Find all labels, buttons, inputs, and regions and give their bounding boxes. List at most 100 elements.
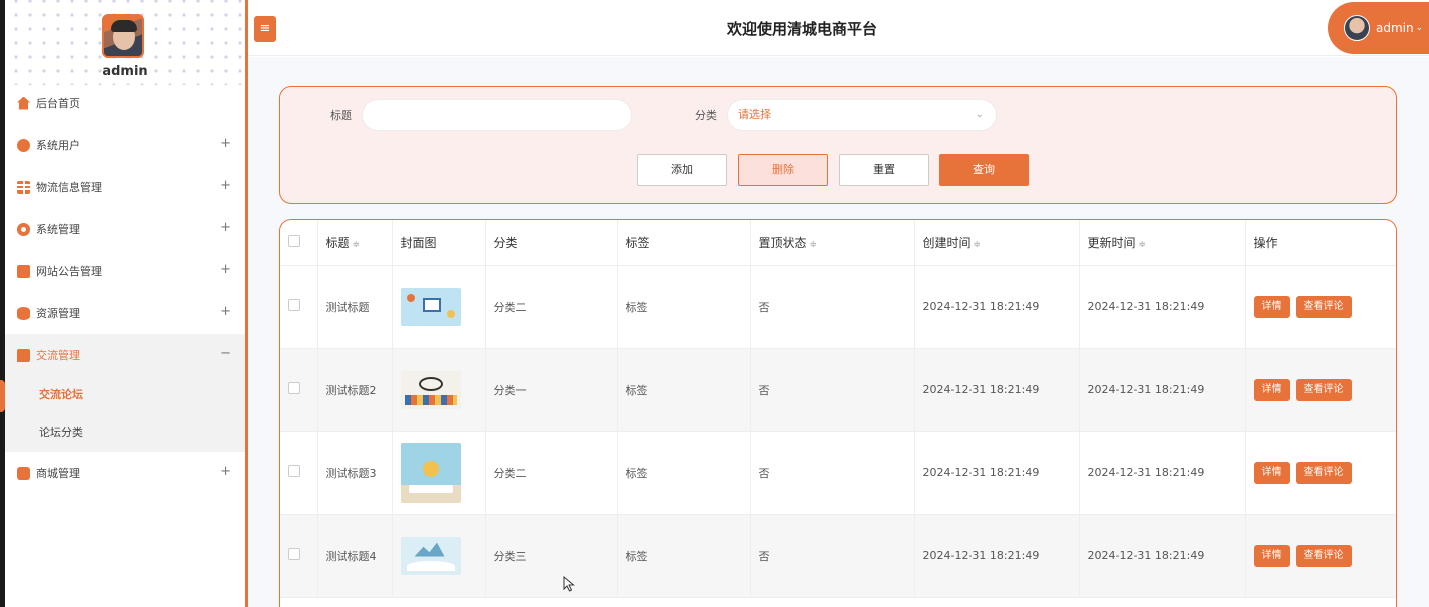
column-header-pinned[interactable]: 置顶状态 ≑ [750,220,915,266]
expand-icon[interactable]: + [220,220,231,235]
row-tag: 标签 [617,514,751,598]
sidebar-item-label: 交流管理 [36,349,80,362]
detail-button[interactable]: 详情 [1253,461,1290,484]
row-pinned: 否 [750,431,915,515]
table-row: 测试标题 分类二 标签 否 2024-12-31 18:21:49 2024-1… [280,265,1396,349]
row-category: 分类二 [485,431,618,515]
sort-icon[interactable]: ≑ [353,240,361,250]
column-header-created[interactable]: 创建时间 ≑ [914,220,1080,266]
column-header-category: 分类 [485,220,618,266]
sidebar-subitem-forum-categories[interactable]: 论坛分类 [5,414,245,452]
category-select[interactable]: 请选择 ⌄ [727,99,997,131]
row-pinned: 否 [750,514,915,598]
row-pinned: 否 [750,348,915,432]
user-icon [17,138,30,152]
avatar [1344,15,1370,41]
title-search-input[interactable] [362,99,632,131]
row-pinned: 否 [750,265,915,349]
table-header-row: 标题 ≑ 封面图 分类 标签 置顶状态 ≑ 创建时间 ≑ 更新时间 ≑ 操作 [280,220,1396,266]
view-comments-button[interactable]: 查看评论 [1295,544,1352,567]
sidebar-item-label: 系统管理 [36,223,80,236]
reset-button[interactable]: 重置 [839,154,929,186]
sidebar-item-label: 系统用户 [36,139,80,152]
row-category: 分类三 [485,514,618,598]
table-row: 测试标题4 分类三 标签 否 2024-12-31 18:21:49 2024-… [280,514,1396,598]
column-header-updated[interactable]: 更新时间 ≑ [1079,220,1246,266]
sidebar-item-home[interactable]: 后台首页 [5,82,245,124]
row-checkbox[interactable] [288,465,300,477]
row-category: 分类二 [485,265,618,349]
sidebar-item-label: 网站公告管理 [36,265,102,278]
row-checkbox[interactable] [288,299,300,311]
row-category: 分类一 [485,348,618,432]
cover-image [400,536,461,575]
column-header-title[interactable]: 标题 ≑ [317,220,393,266]
home-icon [17,96,30,110]
expand-icon[interactable]: + [220,304,231,319]
row-updated: 2024-12-31 18:21:49 [1079,514,1246,598]
expand-icon[interactable]: + [220,464,231,479]
sidebar-item-label: 后台首页 [36,97,80,110]
row-checkbox[interactable] [288,548,300,560]
page-title: 欢迎使用清城电商平台 [726,20,877,38]
query-button[interactable]: 查询 [939,154,1029,186]
delete-button[interactable]: 删除 [738,154,828,186]
detail-button[interactable]: 详情 [1253,295,1290,318]
row-title: 测试标题3 [317,431,393,515]
sidebar-subitem-forum[interactable]: 交流论坛 [0,376,245,414]
chevron-down-icon: ⌄ [1415,23,1424,33]
detail-button[interactable]: 详情 [1253,544,1290,567]
row-created: 2024-12-31 18:21:49 [914,265,1080,349]
table-row: 测试标题2 分类一 标签 否 2024-12-31 18:21:49 2024-… [280,348,1396,432]
column-header-tag: 标签 [617,220,751,266]
collapse-icon[interactable]: − [220,346,231,361]
sort-icon[interactable]: ≑ [974,240,982,250]
user-menu-label: admin [1376,21,1414,35]
view-comments-button[interactable]: 查看评论 [1295,378,1352,401]
sort-icon[interactable]: ≑ [1139,240,1147,250]
row-created: 2024-12-31 18:21:49 [914,431,1080,515]
add-button[interactable]: 添加 [637,154,727,186]
expand-icon[interactable]: + [220,136,231,151]
sidebar-item-label: 物流信息管理 [36,181,102,194]
mouse-cursor-icon [563,576,575,592]
shop-icon [17,466,30,480]
cover-image [400,442,461,503]
row-title: 测试标题2 [317,348,393,432]
sidebar-item-logistics[interactable]: 物流信息管理 + [5,166,245,208]
sidebar-item-announcements[interactable]: 网站公告管理 + [5,250,245,292]
document-icon [17,264,30,278]
expand-icon[interactable]: + [220,178,231,193]
sidebar-menu: 后台首页 系统用户 + 物流信息管理 + 系统管理 + 网站公告管理 + 资源管… [0,82,245,494]
data-table-panel: 标题 ≑ 封面图 分类 标签 置顶状态 ≑ 创建时间 ≑ 更新时间 ≑ 操作 测试标题 [279,219,1397,607]
sidebar-item-resources[interactable]: 资源管理 + [5,292,245,334]
user-menu-button[interactable]: admin ⌄ [1328,2,1429,54]
row-tag: 标签 [617,431,751,515]
row-tag: 标签 [617,265,751,349]
view-comments-button[interactable]: 查看评论 [1295,295,1352,318]
sidebar: admin 后台首页 系统用户 + 物流信息管理 + 系统管理 + 网站公告管理… [0,0,245,607]
cover-image [400,370,461,409]
sort-icon[interactable]: ≑ [810,240,818,250]
select-all-checkbox[interactable] [288,234,300,247]
cover-image [400,287,461,326]
row-updated: 2024-12-31 18:21:49 [1079,348,1246,432]
category-select-placeholder: 请选择 [738,108,771,121]
row-checkbox[interactable] [288,382,300,394]
detail-button[interactable]: 详情 [1253,378,1290,401]
row-updated: 2024-12-31 18:21:49 [1079,431,1246,515]
column-header-cover: 封面图 [392,220,486,266]
title-filter-label: 标题 [330,109,352,122]
view-comments-button[interactable]: 查看评论 [1295,461,1352,484]
sidebar-header: admin [5,0,245,85]
table-row: 测试标题3 分类二 标签 否 2024-12-31 18:21:49 2024-… [280,431,1396,515]
data-table: 标题 ≑ 封面图 分类 标签 置顶状态 ≑ 创建时间 ≑ 更新时间 ≑ 操作 测试标题 [280,220,1396,598]
avatar[interactable] [102,14,144,58]
sidebar-item-shop[interactable]: 商城管理 + [5,452,245,494]
row-created: 2024-12-31 18:21:49 [914,348,1080,432]
sidebar-item-system-admin[interactable]: 系统管理 + [5,208,245,250]
sidebar-item-system-users[interactable]: 系统用户 + [5,124,245,166]
expand-icon[interactable]: + [220,262,231,277]
gear-icon [17,222,30,236]
sidebar-item-communication[interactable]: 交流管理 − [5,334,245,376]
